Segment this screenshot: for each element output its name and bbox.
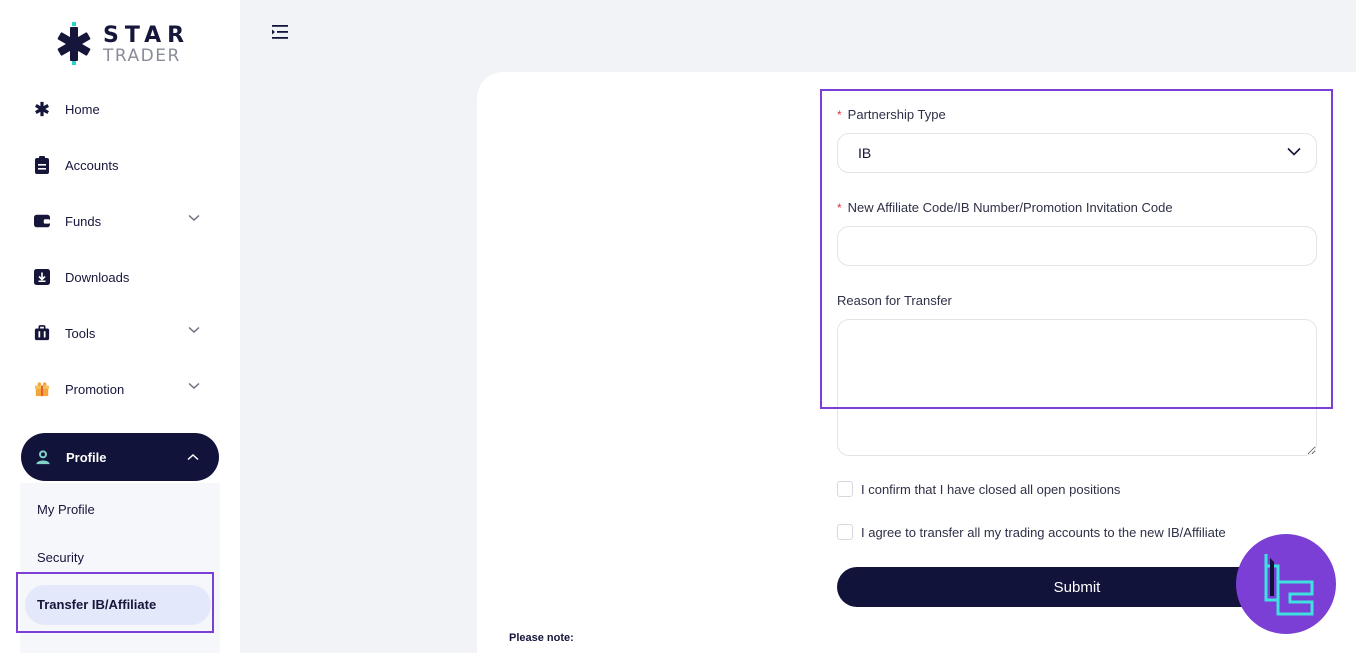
toolbox-icon	[20, 324, 50, 342]
chevron-down-icon	[1287, 147, 1301, 156]
sidebar-item-downloads[interactable]: Downloads	[20, 255, 220, 299]
please-note-heading: Please note:	[509, 632, 574, 644]
sidebar-item-profile[interactable]: Profile	[21, 433, 219, 481]
submenu-item-transfer-ib-affiliate[interactable]: Transfer IB/Affiliate	[25, 585, 211, 625]
brand-name-top: STAR	[103, 23, 191, 48]
user-icon	[21, 448, 51, 466]
sidebar-item-label: Funds	[65, 213, 102, 229]
partnership-type-select[interactable]: IB	[837, 133, 1317, 173]
menu-collapse-icon	[272, 25, 288, 39]
sidebar: STAR TRADER Home Accounts Funds Download…	[0, 0, 240, 653]
affiliate-code-label: * New Affiliate Code/IB Number/Promotion …	[837, 200, 1173, 215]
checkbox-label: I confirm that I have closed all open po…	[861, 481, 1121, 497]
sidebar-item-funds[interactable]: Funds	[20, 199, 220, 243]
chevron-down-icon	[188, 214, 200, 222]
brand-logo[interactable]: STAR TRADER	[56, 22, 196, 66]
accounts-icon	[20, 156, 50, 174]
sidebar-item-label: Profile	[66, 449, 107, 465]
partnership-type-value: IB	[858, 145, 872, 161]
wallet-icon	[20, 213, 50, 229]
home-icon	[20, 100, 50, 118]
chevron-down-icon	[188, 326, 200, 334]
checkbox[interactable]	[837, 481, 853, 497]
reason-for-transfer-textarea[interactable]	[837, 319, 1317, 456]
gift-icon	[20, 380, 50, 398]
sidebar-item-accounts[interactable]: Accounts	[20, 143, 220, 187]
partnership-type-label: * Partnership Type	[837, 107, 946, 122]
submenu-item-my-profile[interactable]: My Profile	[37, 502, 95, 517]
star-logo-icon	[57, 22, 91, 65]
affiliate-code-input[interactable]	[837, 226, 1317, 266]
download-icon	[20, 269, 50, 285]
reason-for-transfer-label: Reason for Transfer	[837, 293, 952, 308]
chevron-up-icon	[187, 453, 199, 461]
sidebar-item-label: Tools	[65, 325, 96, 341]
brand-name-bottom: TRADER	[103, 46, 181, 66]
sidebar-item-label: Promotion	[65, 381, 125, 397]
sidebar-item-home[interactable]: Home	[20, 87, 220, 131]
watermark-logo-badge	[1236, 534, 1336, 634]
sidebar-item-label: Downloads	[65, 269, 130, 285]
checkbox-label: I agree to transfer all my trading accou…	[861, 524, 1226, 540]
sidebar-item-tools[interactable]: Tools	[20, 311, 220, 355]
submenu-item-security[interactable]: Security	[37, 550, 84, 565]
confirm-closed-positions-checkbox[interactable]: I confirm that I have closed all open po…	[837, 481, 1120, 497]
tc-logo-icon	[1264, 554, 1314, 616]
sidebar-item-promotion[interactable]: Promotion	[20, 367, 220, 411]
checkbox[interactable]	[837, 524, 853, 540]
sidebar-item-label: Accounts	[65, 157, 119, 173]
chevron-down-icon	[188, 382, 200, 390]
sidebar-item-label: Home	[65, 101, 100, 117]
agree-transfer-accounts-checkbox[interactable]: I agree to transfer all my trading accou…	[837, 524, 1226, 540]
menu-toggle-button[interactable]	[270, 23, 290, 41]
